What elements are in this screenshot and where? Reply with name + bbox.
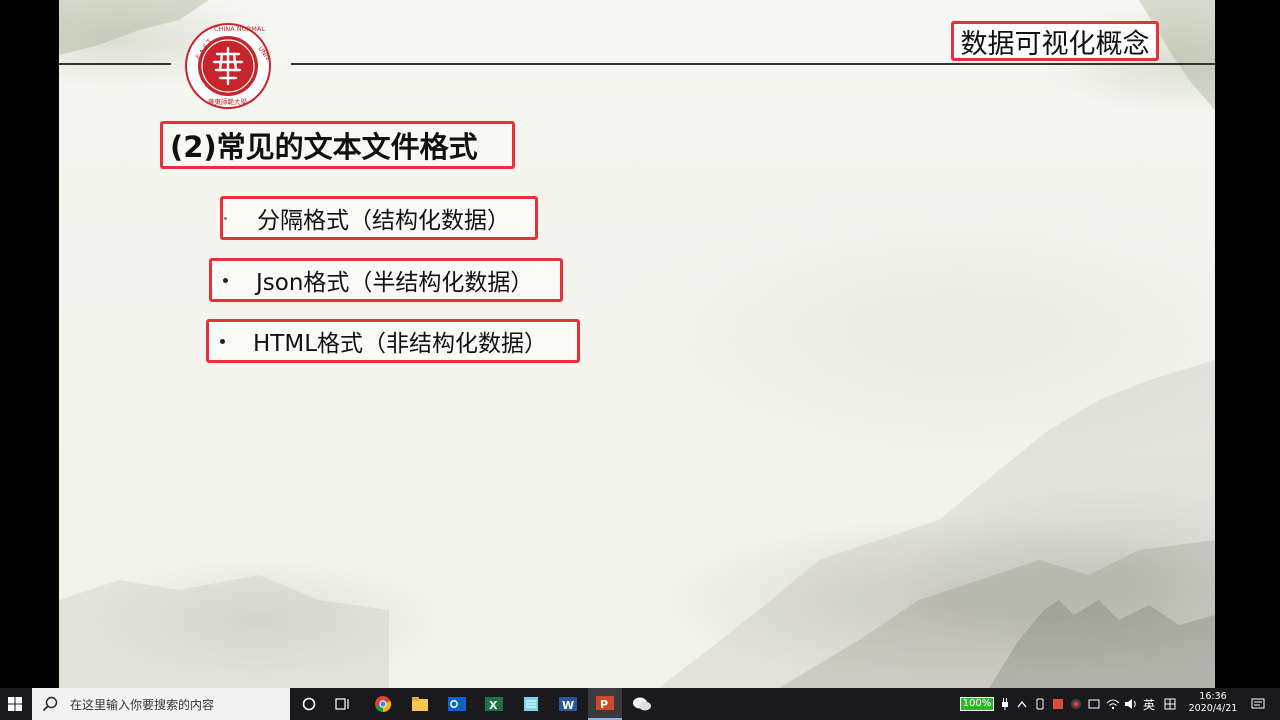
- volume-button[interactable]: [1122, 688, 1140, 720]
- clock-time: 16:36: [1199, 691, 1227, 702]
- taskbar-word[interactable]: W: [551, 688, 585, 720]
- usb-drive-icon: [1036, 698, 1044, 710]
- outlook-icon: [448, 697, 466, 711]
- task-view-icon: [335, 698, 349, 710]
- show-hidden-icons-button[interactable]: [1014, 688, 1030, 720]
- system-clock[interactable]: 16:36 2020/4/21: [1182, 691, 1244, 717]
- battery-indicator[interactable]: 100%: [960, 697, 994, 711]
- header-rule-left: [59, 63, 171, 65]
- folder-icon: [412, 697, 428, 711]
- keyboard-grid-icon: [1164, 698, 1176, 710]
- taskbar-notepad[interactable]: [514, 688, 548, 720]
- slide: E A S T CHINA NORMAL UNIV. 華東師範大學 数据可视化概…: [59, 0, 1215, 688]
- tray-square-outline-icon: [1088, 699, 1100, 709]
- taskbar-chrome[interactable]: [366, 688, 400, 720]
- taskbar-search-box[interactable]: 在这里输入你要搜索的内容: [32, 688, 290, 720]
- search-icon: [42, 696, 58, 712]
- bullet-item-json: Json格式（半结构化数据）: [209, 258, 563, 302]
- tray-square-icon: [1053, 699, 1063, 709]
- bullet-item-html: HTML格式（非结构化数据）: [206, 319, 580, 363]
- tray-app-4[interactable]: [1086, 688, 1102, 720]
- word-icon: W: [559, 697, 577, 712]
- chrome-icon: [375, 696, 392, 713]
- tray-app-1[interactable]: [1032, 688, 1048, 720]
- bullet-item-delimited: 分隔格式（结构化数据）: [220, 196, 538, 240]
- notepad-icon: [524, 697, 538, 711]
- bullet-text: HTML格式（非结构化数据）: [253, 331, 548, 357]
- windows-logo-icon: [8, 697, 22, 711]
- svg-text:CHINA NORMAL: CHINA NORMAL: [214, 25, 265, 33]
- plug-icon: [998, 688, 1012, 720]
- speaker-icon: [1125, 699, 1136, 709]
- tray-app-2[interactable]: [1050, 688, 1066, 720]
- network-button[interactable]: [1104, 688, 1122, 720]
- task-view-button[interactable]: [326, 688, 360, 720]
- taskbar-wechat[interactable]: [625, 688, 659, 720]
- slide-title: 数据可视化概念: [951, 21, 1159, 61]
- powerpoint-icon: P: [596, 696, 614, 711]
- cortana-button[interactable]: [292, 688, 326, 720]
- start-button[interactable]: [0, 688, 30, 720]
- ime-mode-button[interactable]: [1160, 688, 1180, 720]
- svg-text:華東師範大學: 華東師範大學: [208, 97, 248, 106]
- cortana-icon: [302, 697, 316, 711]
- wifi-icon: [1106, 699, 1120, 710]
- taskbar-powerpoint[interactable]: P: [588, 688, 622, 720]
- taskbar-excel[interactable]: X: [477, 688, 511, 720]
- section-heading: (2)常见的文本文件格式: [160, 121, 515, 169]
- bullet-dot-icon: [220, 338, 225, 344]
- header-rule-right: [291, 63, 1215, 65]
- notification-icon: [1251, 698, 1265, 709]
- chevron-up-icon: [1017, 700, 1027, 708]
- windows-taskbar: 在这里输入你要搜索的内容 X W P 100% 英 16:36 2020/4/2…: [0, 688, 1280, 720]
- power-plug-icon: [1002, 698, 1008, 710]
- tray-app-icon: [1071, 699, 1081, 709]
- svg-text:P: P: [600, 698, 608, 711]
- search-placeholder: 在这里输入你要搜索的内容: [70, 697, 215, 712]
- wechat-icon: [633, 697, 651, 711]
- taskbar-outlook[interactable]: [440, 688, 474, 720]
- bullet-text: Json格式（半结构化数据）: [256, 270, 534, 296]
- svg-text:X: X: [489, 699, 498, 712]
- action-center-button[interactable]: [1246, 688, 1270, 720]
- excel-icon: X: [485, 697, 503, 712]
- bullet-dot-icon: [224, 216, 227, 220]
- svg-text:W: W: [562, 699, 574, 712]
- university-logo: E A S T CHINA NORMAL UNIV. 華東師範大學: [185, 23, 272, 109]
- tray-app-3[interactable]: [1068, 688, 1084, 720]
- taskbar-file-explorer[interactable]: [403, 688, 437, 720]
- bullet-dot-icon: [223, 277, 228, 283]
- clock-date: 2020/4/21: [1188, 703, 1238, 714]
- bullet-text: 分隔格式（结构化数据）: [257, 208, 510, 234]
- ime-language-indicator[interactable]: 英: [1140, 688, 1158, 720]
